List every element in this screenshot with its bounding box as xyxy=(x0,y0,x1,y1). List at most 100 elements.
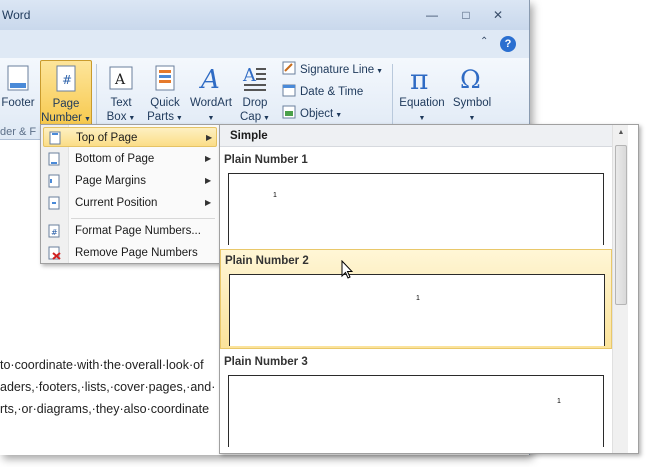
svg-text:Ω: Ω xyxy=(460,65,481,92)
menu-item-label: Format Page Numbers... xyxy=(75,225,201,237)
document-line: to·coordinate·with·the·overall·look·of xyxy=(0,358,204,372)
drop-cap-button[interactable]: A Drop Cap ▼ xyxy=(236,60,274,126)
menu-item-label: Remove Page Numbers xyxy=(75,247,198,259)
object-icon xyxy=(282,105,296,119)
svg-text:#: # xyxy=(62,73,72,87)
maximize-button[interactable]: □ xyxy=(454,6,478,24)
signature-line-icon xyxy=(282,61,296,75)
symbol-label: Symbol xyxy=(452,97,492,109)
wordart-icon: A xyxy=(199,65,220,92)
page-preview: 1 xyxy=(229,274,605,346)
format-page-numbers-icon: # xyxy=(48,224,60,238)
quick-parts-button[interactable]: Quick Parts ▼ xyxy=(145,60,185,126)
menu-item-label: Top of Page xyxy=(76,132,138,144)
page-number-menu: Top of Page ▶ Bottom of Page ▶ Page Marg… xyxy=(40,124,220,264)
text-box-button[interactable]: A Text Box ▼ xyxy=(100,60,142,126)
svg-text:π: π xyxy=(410,64,428,92)
page-preview: 1 xyxy=(228,173,604,245)
menu-item-label: Page Margins xyxy=(75,175,146,187)
menu-item-remove-page-numbers[interactable]: Remove Page Numbers xyxy=(43,243,217,263)
omega-icon: Ω xyxy=(460,65,481,92)
page-number-preview: 1 xyxy=(416,295,420,302)
text-box-icon: A xyxy=(109,66,133,90)
symbol-button[interactable]: Ω Symbol ▼ xyxy=(450,60,494,126)
wordart-button[interactable]: A WordArt ▼ xyxy=(188,60,234,126)
svg-text:A: A xyxy=(199,65,220,92)
scrollbar-thumb[interactable] xyxy=(615,145,627,305)
date-time-button[interactable]: Date & Time xyxy=(282,82,363,102)
gallery-item-plain-number-2[interactable]: Plain Number 2 1 xyxy=(220,249,612,349)
gallery-item-label: Plain Number 2 xyxy=(225,255,309,267)
minimize-button[interactable]: — xyxy=(420,6,444,24)
drop-cap-icon: A xyxy=(242,65,266,91)
menu-item-label: Bottom of Page xyxy=(75,153,155,165)
gallery-item-plain-number-1[interactable]: Plain Number 1 1 xyxy=(220,149,612,249)
dropdown-arrow-icon: ▼ xyxy=(173,115,183,122)
menu-item-top-of-page[interactable]: Top of Page ▶ xyxy=(43,127,217,147)
dropdown-arrow-icon: ▼ xyxy=(374,68,384,75)
menu-item-format-page-numbers[interactable]: # Format Page Numbers... xyxy=(43,221,217,241)
footer-button[interactable]: Footer xyxy=(0,60,36,110)
page-bottom-icon xyxy=(48,152,60,166)
svg-text:#: # xyxy=(51,228,58,237)
current-position-icon xyxy=(48,196,60,210)
page-number-preview: 1 xyxy=(273,192,277,199)
dropdown-arrow-icon: ▼ xyxy=(418,115,426,122)
document-line: rts,·or·diagrams,·they·also·coordinate xyxy=(0,402,210,416)
page-number-label: Page Number xyxy=(41,98,83,124)
gallery-item-plain-number-3[interactable]: Plain Number 3 1 xyxy=(220,351,612,451)
signature-line-button[interactable]: Signature Line ▼ xyxy=(282,60,383,80)
menu-item-bottom-of-page[interactable]: Bottom of Page ▶ xyxy=(43,149,217,169)
remove-page-numbers-icon xyxy=(48,246,61,260)
page-margins-icon xyxy=(48,174,60,188)
menu-item-page-margins[interactable]: Page Margins ▶ xyxy=(43,171,217,191)
page-number-button[interactable]: # Page Number ▼ xyxy=(40,60,92,126)
mouse-cursor-icon xyxy=(341,260,353,279)
gallery-item-label: Plain Number 3 xyxy=(224,356,308,368)
page-top-icon xyxy=(49,131,61,145)
help-icon[interactable]: ? xyxy=(500,36,516,52)
chevron-right-icon: ▶ xyxy=(206,133,213,142)
gallery-section-header: Simple xyxy=(220,125,612,147)
dropdown-arrow-icon: ▼ xyxy=(468,115,476,122)
object-label: Object xyxy=(300,108,334,120)
gallery-item-label: Plain Number 1 xyxy=(224,154,308,166)
page-preview: 1 xyxy=(228,375,604,447)
dropdown-arrow-icon: ▼ xyxy=(333,112,343,119)
footer-label: Footer xyxy=(1,97,35,109)
object-button[interactable]: Object ▼ xyxy=(282,104,342,124)
calendar-icon xyxy=(282,84,296,97)
chevron-right-icon: ▶ xyxy=(205,176,212,185)
svg-text:A: A xyxy=(114,72,126,88)
equation-label: Equation xyxy=(399,97,445,109)
equation-button[interactable]: π Equation ▼ xyxy=(396,60,448,126)
footer-icon xyxy=(7,65,29,91)
chevron-right-icon: ▶ xyxy=(205,154,212,163)
menu-item-current-position[interactable]: Current Position ▶ xyxy=(43,193,217,213)
scroll-up-icon[interactable]: ▲ xyxy=(613,125,629,141)
pi-icon: π xyxy=(410,64,428,92)
group-divider xyxy=(392,64,393,128)
page-number-gallery: Simple Plain Number 1 1 Plain Number 2 1… xyxy=(219,124,639,454)
ribbon-tab-strip: ⌃ ? xyxy=(0,30,529,58)
chevron-up-icon[interactable]: ⌃ xyxy=(480,36,488,47)
dropdown-arrow-icon: ▼ xyxy=(261,115,270,122)
wordart-label: WordArt xyxy=(190,97,232,109)
document-line: aders,·footers,·lists,·cover·pages,·and· xyxy=(0,380,216,394)
svg-text:A: A xyxy=(242,65,257,86)
dropdown-arrow-icon: ▼ xyxy=(207,115,215,122)
chevron-right-icon: ▶ xyxy=(205,198,212,207)
page-number-icon: # xyxy=(56,65,76,92)
date-time-label: Date & Time xyxy=(300,86,364,98)
title-bar: Word — □ ✕ xyxy=(0,0,529,30)
signature-line-label: Signature Line xyxy=(300,64,375,76)
group-label: der & F xyxy=(0,126,37,138)
menu-item-label: Current Position xyxy=(75,197,158,209)
page-number-preview: 1 xyxy=(557,398,561,405)
dropdown-arrow-icon: ▼ xyxy=(126,115,136,122)
gallery-scrollbar[interactable]: ▲ xyxy=(612,125,628,453)
group-divider xyxy=(96,64,97,128)
quick-parts-icon xyxy=(155,65,175,91)
close-button[interactable]: ✕ xyxy=(486,6,510,24)
menu-separator xyxy=(71,218,215,219)
